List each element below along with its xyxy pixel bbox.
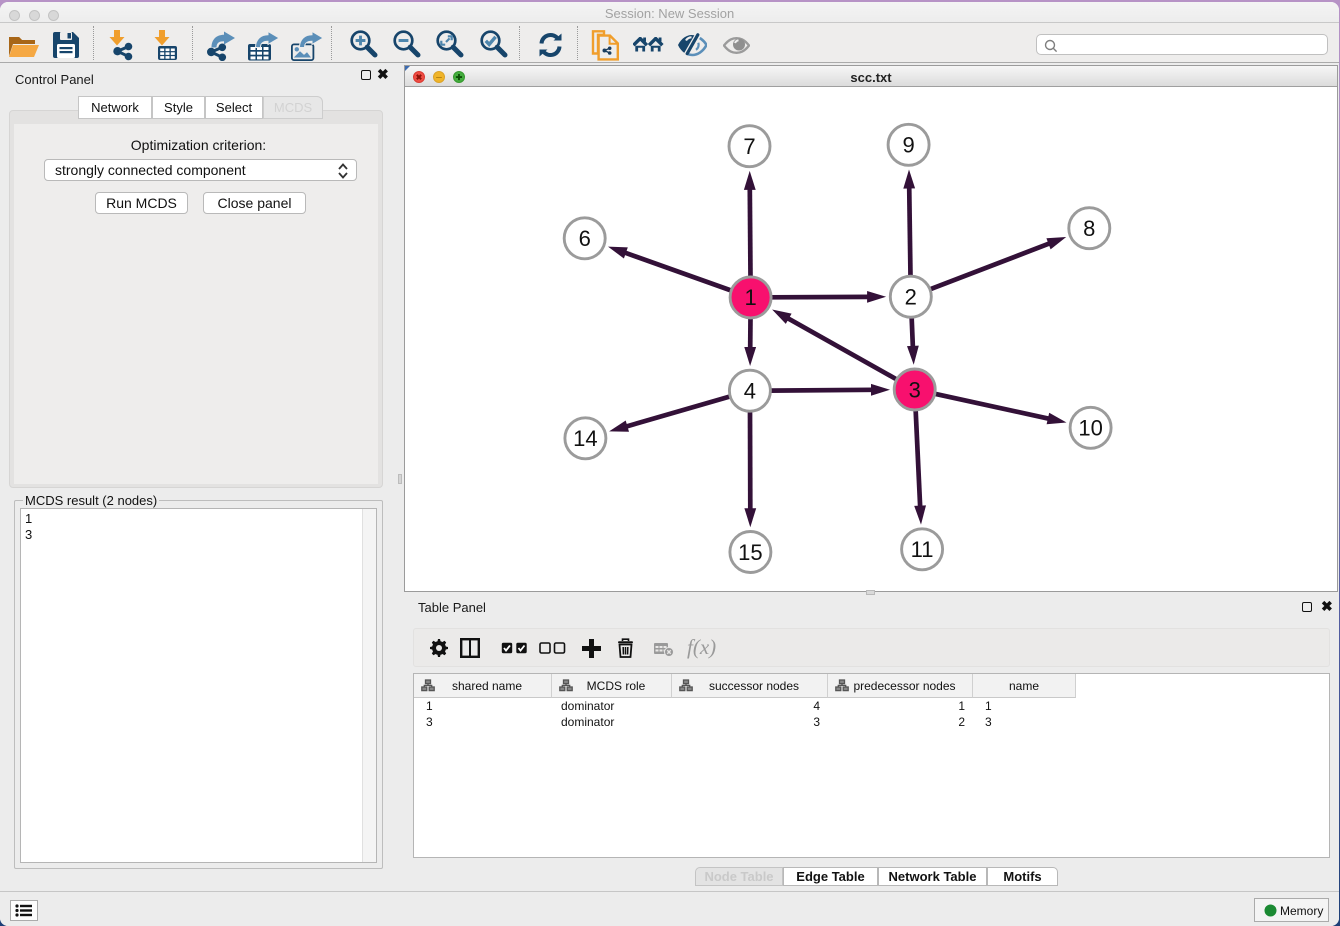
svg-text:7: 7	[743, 134, 755, 159]
svg-text:15: 15	[738, 540, 762, 565]
svg-text:10: 10	[1078, 416, 1102, 441]
svg-text:11: 11	[911, 537, 934, 562]
svg-text:2: 2	[905, 285, 917, 310]
svg-text:8: 8	[1083, 216, 1095, 241]
svg-text:1: 1	[744, 285, 756, 310]
svg-text:3: 3	[909, 377, 921, 402]
svg-text:6: 6	[579, 226, 591, 251]
svg-text:4: 4	[744, 379, 756, 404]
svg-text:9: 9	[902, 133, 914, 158]
svg-text:14: 14	[573, 426, 597, 451]
